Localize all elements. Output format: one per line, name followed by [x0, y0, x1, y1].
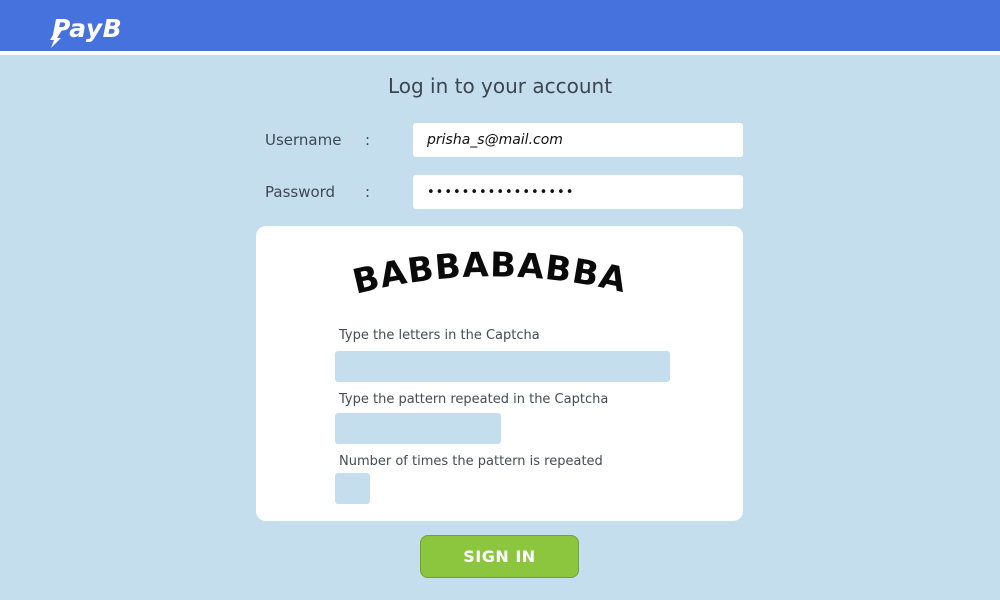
- captcha-count-label: Number of times the pattern is repeated: [339, 454, 603, 469]
- password-label: Password: [265, 183, 336, 201]
- password-colon: :: [365, 183, 371, 201]
- password-input[interactable]: [413, 175, 743, 209]
- captcha-text: BABBABABBA: [352, 250, 630, 303]
- username-colon: :: [365, 131, 371, 149]
- captcha-pattern-input[interactable]: [335, 413, 501, 444]
- captcha-image: BABBABABBA: [352, 250, 631, 303]
- top-bar: PayB: [0, 0, 1000, 55]
- svg-text:BABBABABBA: BABBABABBA: [352, 250, 631, 303]
- bolt-icon: [50, 30, 62, 48]
- captcha-count-input[interactable]: [335, 473, 370, 504]
- sign-in-button[interactable]: SIGN IN: [420, 535, 579, 578]
- page-title: Log in to your account: [387, 74, 613, 98]
- captcha-letters-input[interactable]: [335, 351, 670, 382]
- username-input[interactable]: [413, 123, 743, 157]
- logo-text: PayB: [52, 13, 123, 43]
- payb-logo: PayB: [50, 10, 123, 48]
- username-label: Username: [265, 131, 342, 149]
- captcha-pattern-label: Type the pattern repeated in the Captcha: [339, 392, 609, 407]
- captcha-letters-label: Type the letters in the Captcha: [339, 328, 540, 343]
- captcha-card: BABBABABBA Type the letters in the Captc…: [256, 226, 743, 521]
